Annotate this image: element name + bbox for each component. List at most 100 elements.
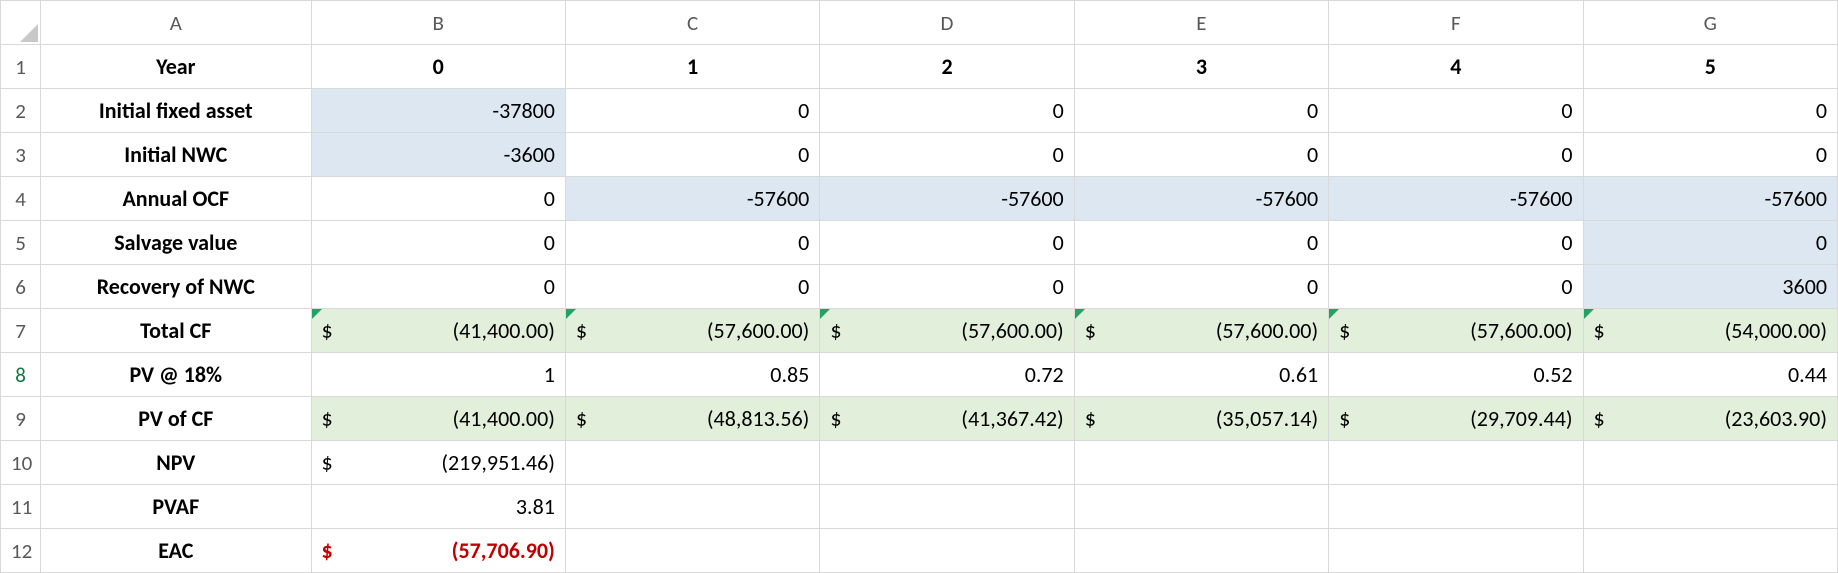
cell-eac[interactable]: $(57,706.90) [311,529,565,573]
row-header-5[interactable]: 5 [1,221,41,265]
cell[interactable]: $(48,813.56) [565,397,819,441]
cell[interactable]: 0 [1074,221,1328,265]
col-header-A[interactable]: A [41,1,311,45]
cell[interactable]: -3600 [311,133,565,177]
cell[interactable]: 0 [1583,89,1837,133]
cell[interactable]: 0.52 [1329,353,1583,397]
col-header-C[interactable]: C [565,1,819,45]
cell[interactable]: 0 [1583,221,1837,265]
cell-empty[interactable] [820,485,1074,529]
label-npv[interactable]: NPV [41,441,311,485]
label-recovery-nwc[interactable]: Recovery of NWC [41,265,311,309]
col-header-E[interactable]: E [1074,1,1328,45]
cell-empty[interactable] [1583,441,1837,485]
cell[interactable]: 0 [1074,265,1328,309]
label-pv-rate[interactable]: PV @ 18% [41,353,311,397]
row-header-2[interactable]: 2 [1,89,41,133]
row-header-7[interactable]: 7 [1,309,41,353]
cell-empty[interactable] [1329,485,1583,529]
col-header-B[interactable]: B [311,1,565,45]
cell[interactable]: $(41,367.42) [820,397,1074,441]
row-header-10[interactable]: 10 [1,441,41,485]
label-total-cf[interactable]: Total CF [41,309,311,353]
cell-empty[interactable] [1329,529,1583,573]
cell[interactable]: 0 [1329,265,1583,309]
cell[interactable]: $(57,600.00) [1329,309,1583,353]
label-salvage-value[interactable]: Salvage value [41,221,311,265]
cell[interactable]: -57600 [1329,177,1583,221]
cell-year-0[interactable]: 0 [311,45,565,89]
cell[interactable]: 0.44 [1583,353,1837,397]
cell[interactable]: 0 [311,265,565,309]
cell[interactable]: 0 [565,133,819,177]
row-header-1[interactable]: 1 [1,45,41,89]
label-pv-of-cf[interactable]: PV of CF [41,397,311,441]
cell[interactable]: 0 [565,221,819,265]
cell[interactable]: $(57,600.00) [565,309,819,353]
row-header-9[interactable]: 9 [1,397,41,441]
cell-pvaf[interactable]: 3.81 [311,485,565,529]
row-header-12[interactable]: 12 [1,529,41,573]
cell[interactable]: 0 [311,221,565,265]
cell[interactable]: 1 [311,353,565,397]
cell-empty[interactable] [1329,441,1583,485]
cell[interactable]: 0 [1329,221,1583,265]
cell[interactable]: 0 [820,89,1074,133]
row-header-3[interactable]: 3 [1,133,41,177]
label-initial-nwc[interactable]: Initial NWC [41,133,311,177]
cell[interactable]: $(41,400.00) [311,309,565,353]
cell[interactable]: 3600 [1583,265,1837,309]
cell[interactable]: $(54,000.00) [1583,309,1837,353]
col-header-D[interactable]: D [820,1,1074,45]
cell[interactable]: -57600 [1583,177,1837,221]
col-header-F[interactable]: F [1329,1,1583,45]
cell[interactable]: 0 [1329,133,1583,177]
cell-year-5[interactable]: 5 [1583,45,1837,89]
cell[interactable]: 0 [311,177,565,221]
cell[interactable]: $(57,600.00) [820,309,1074,353]
cell[interactable]: 0 [565,265,819,309]
cell-empty[interactable] [1074,529,1328,573]
cell-empty[interactable] [1074,485,1328,529]
cell[interactable]: 0 [820,265,1074,309]
cell-empty[interactable] [1583,529,1837,573]
cell-empty[interactable] [565,441,819,485]
cell[interactable]: 0 [820,133,1074,177]
cell-npv[interactable]: $(219,951.46) [311,441,565,485]
cell[interactable]: -57600 [1074,177,1328,221]
cell[interactable]: 0.72 [820,353,1074,397]
label-year[interactable]: Year [41,45,311,89]
cell-year-3[interactable]: 3 [1074,45,1328,89]
cell[interactable]: 0 [1074,133,1328,177]
cell-empty[interactable] [565,485,819,529]
cell[interactable]: -57600 [565,177,819,221]
label-initial-fixed-asset[interactable]: Initial fixed asset [41,89,311,133]
cell[interactable]: $(29,709.44) [1329,397,1583,441]
cell[interactable]: 0 [820,221,1074,265]
select-all-corner[interactable] [1,1,41,45]
cell-empty[interactable] [1583,485,1837,529]
cell[interactable]: $(23,603.90) [1583,397,1837,441]
cell[interactable]: 0 [1074,89,1328,133]
cell[interactable]: 0.61 [1074,353,1328,397]
cell[interactable]: $(57,600.00) [1074,309,1328,353]
cell-empty[interactable] [1074,441,1328,485]
cell-empty[interactable] [565,529,819,573]
cell[interactable]: 0 [1329,89,1583,133]
cell[interactable]: $(35,057.14) [1074,397,1328,441]
row-header-4[interactable]: 4 [1,177,41,221]
row-header-11[interactable]: 11 [1,485,41,529]
cell-empty[interactable] [820,529,1074,573]
cell[interactable]: $(41,400.00) [311,397,565,441]
col-header-G[interactable]: G [1583,1,1837,45]
row-header-6[interactable]: 6 [1,265,41,309]
cell[interactable]: 0 [1583,133,1837,177]
cell[interactable]: -57600 [820,177,1074,221]
row-header-8[interactable]: 8 [1,353,41,397]
cell[interactable]: -37800 [311,89,565,133]
cell-year-2[interactable]: 2 [820,45,1074,89]
label-annual-ocf[interactable]: Annual OCF [41,177,311,221]
spreadsheet-grid[interactable]: A B C D E F G 1 Year 0 1 2 3 4 5 2 Initi… [0,0,1838,573]
cell[interactable]: 0.85 [565,353,819,397]
label-pvaf[interactable]: PVAF [41,485,311,529]
